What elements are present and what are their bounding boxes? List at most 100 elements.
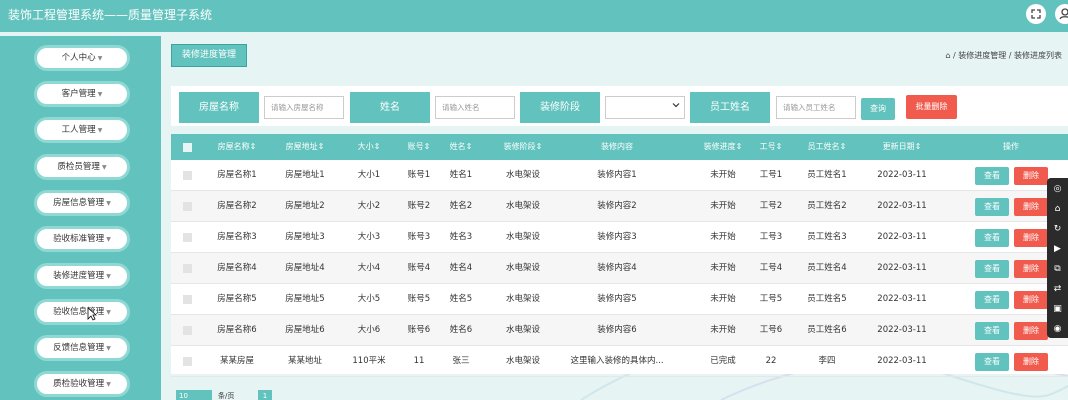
column-header-update-date[interactable]: 更新日期⇕: [861, 134, 943, 160]
view-button[interactable]: 查看: [975, 229, 1009, 247]
cell-stage: 水电架设: [505, 170, 540, 180]
row-checkbox[interactable]: [183, 202, 192, 211]
column-header-label: 姓名: [449, 142, 466, 151]
bulk-delete-button[interactable]: 批量删除: [906, 95, 957, 119]
view-button[interactable]: 查看: [975, 353, 1009, 371]
row-checkbox[interactable]: [183, 357, 192, 366]
cell-house-address: 房屋地址6: [285, 325, 325, 335]
video-icon[interactable]: ▶: [1047, 240, 1068, 258]
column-header-actions: 操作: [961, 134, 1061, 160]
cell-update-date: 2022-03-11: [877, 232, 927, 242]
sidebar-item-feedback[interactable]: 反馈信息管理 ▼: [34, 335, 130, 361]
page-size-select[interactable]: 10: [176, 390, 212, 400]
delete-button[interactable]: 删除: [1014, 229, 1048, 247]
cell-update-date: 2022-03-11: [877, 325, 927, 335]
cell-account: 账号2: [407, 201, 431, 211]
cell-worker-id: 工号1: [759, 170, 783, 180]
name-label: 姓名: [350, 92, 430, 123]
delete-button[interactable]: 删除: [1014, 260, 1048, 278]
column-header-stage[interactable]: 装修阶段⇕: [487, 134, 559, 160]
column-header-worker-id[interactable]: 工号⇕: [747, 134, 795, 160]
cell-worker-id: 工号2: [759, 201, 783, 211]
sidebar-item-workers[interactable]: 工人管理 ▼: [34, 117, 130, 143]
cell-account: 账号3: [407, 232, 431, 242]
stage-select[interactable]: [605, 96, 685, 119]
sidebar-item-house-info[interactable]: 房屋信息管理 ▼: [34, 190, 130, 216]
sidebar-item-inspectors[interactable]: 质检员管理 ▼: [34, 154, 130, 180]
breadcrumb[interactable]: ⌂ / 装修进度管理 / 装修进度列表: [945, 50, 1062, 61]
name-input[interactable]: 请输入姓名: [435, 96, 515, 119]
row-checkbox[interactable]: [183, 171, 192, 180]
column-header-house-name[interactable]: 房屋名称⇕: [201, 134, 273, 160]
row-checkbox[interactable]: [183, 264, 192, 273]
cell-stage: 水电架设: [505, 201, 540, 211]
camera-icon[interactable]: ◉: [1047, 320, 1068, 338]
cell-worker-name: 员工姓名5: [807, 294, 847, 304]
cell-account: 账号5: [407, 294, 431, 304]
cell-house-address: 房屋地址5: [285, 294, 325, 304]
sort-icon: ⇕: [735, 142, 743, 151]
refresh-icon[interactable]: ↻: [1047, 220, 1068, 238]
column-header-account[interactable]: 账号⇕: [395, 134, 443, 160]
delete-button[interactable]: 删除: [1014, 322, 1048, 340]
delete-button[interactable]: 删除: [1014, 353, 1048, 371]
home-icon[interactable]: ⌂: [1047, 200, 1068, 218]
sidebar-item-label: 房屋信息管理: [53, 198, 105, 208]
column-header-worker-name[interactable]: 员工姓名⇕: [791, 134, 863, 160]
sidebar-item-personal-center[interactable]: 个人中心 ▼: [34, 45, 130, 71]
sidebar-item-label: 客户管理: [61, 89, 96, 99]
top-bar: 装饰工程管理系统——质量管理子系统: [0, 0, 1068, 32]
row-checkbox[interactable]: [183, 326, 192, 335]
chevron-down-icon: ▼: [106, 345, 111, 352]
column-header-progress[interactable]: 装修进度⇕: [691, 134, 755, 160]
table-row: 房屋名称4 房屋地址4 大小4 账号4 姓名4 水电架设 装修内容4 未开始 工号4 员工姓名4 2…: [171, 253, 1068, 284]
cell-house-name: 房屋名称3: [217, 232, 257, 242]
sidebar-item-acceptance-info[interactable]: 验收信息管理 ▼: [34, 299, 130, 325]
sidebar: 个人中心 ▼ 客户管理 ▼ 工人管理 ▼ 质检员管理 ▼ 房屋信息管理 ▼ 验收标准管理 ▼…: [0, 36, 161, 400]
view-button[interactable]: 查看: [975, 291, 1009, 309]
delete-button[interactable]: 删除: [1014, 291, 1048, 309]
row-checkbox[interactable]: [183, 295, 192, 304]
view-button[interactable]: 查看: [975, 198, 1009, 216]
sidebar-item-renovation-progress[interactable]: 装修进度管理 ▼: [34, 263, 130, 289]
page-number-current[interactable]: 1: [258, 390, 272, 400]
chat-icon[interactable]: ◎: [1047, 180, 1068, 198]
crop-icon[interactable]: ⧉: [1047, 260, 1068, 278]
view-button[interactable]: 查看: [975, 260, 1009, 278]
cell-name: 姓名3: [449, 232, 473, 242]
select-all-checkbox[interactable]: [183, 143, 192, 152]
sort-icon: ⇕: [465, 142, 473, 151]
fullscreen-icon[interactable]: [1026, 4, 1046, 24]
column-header-house-address[interactable]: 房屋地址⇕: [269, 134, 341, 160]
column-header-size[interactable]: 大小⇕: [345, 134, 393, 160]
user-icon[interactable]: [1055, 4, 1068, 24]
cell-progress: 未开始: [710, 201, 736, 211]
cell-name: 姓名1: [449, 170, 473, 180]
swap-icon[interactable]: ⇄: [1047, 280, 1068, 298]
column-header-name[interactable]: 姓名⇕: [437, 134, 485, 160]
view-button[interactable]: 查看: [975, 167, 1009, 185]
cell-size: 大小4: [357, 263, 381, 273]
chevron-down-icon: ▼: [97, 127, 103, 134]
cell-update-date: 2022-03-11: [877, 170, 927, 180]
chevron-down-icon: ▼: [97, 91, 103, 98]
sort-icon: ⇕: [775, 142, 783, 151]
table-row: 房屋名称1 房屋地址1 大小1 账号1 姓名1 水电架设 装修内容1 未开始 工号1 员工姓名1 2…: [171, 160, 1068, 191]
cell-name: 姓名4: [449, 263, 473, 273]
worker-name-input[interactable]: 请输入员工姓名: [776, 96, 856, 119]
house-name-input[interactable]: 请输入房屋名称: [264, 96, 344, 119]
sidebar-item-acceptance-standards[interactable]: 验收标准管理 ▼: [34, 226, 130, 252]
cell-update-date: 2022-03-11: [877, 201, 927, 211]
delete-button[interactable]: 删除: [1014, 198, 1048, 216]
query-button[interactable]: 查询: [861, 98, 895, 120]
view-button[interactable]: 查看: [975, 322, 1009, 340]
row-checkbox[interactable]: [183, 233, 192, 242]
cell-house-name: 房屋名称2: [217, 201, 257, 211]
cell-size: 大小3: [357, 232, 381, 242]
sidebar-item-quality-acceptance[interactable]: 质检验收管理 ▼: [34, 371, 130, 397]
sidebar-item-label: 质检员管理: [57, 162, 100, 172]
cell-progress: 已完成: [710, 356, 736, 366]
delete-button[interactable]: 删除: [1014, 167, 1048, 185]
save-icon[interactable]: ▣: [1047, 300, 1068, 318]
sidebar-item-customers[interactable]: 客户管理 ▼: [34, 81, 130, 107]
